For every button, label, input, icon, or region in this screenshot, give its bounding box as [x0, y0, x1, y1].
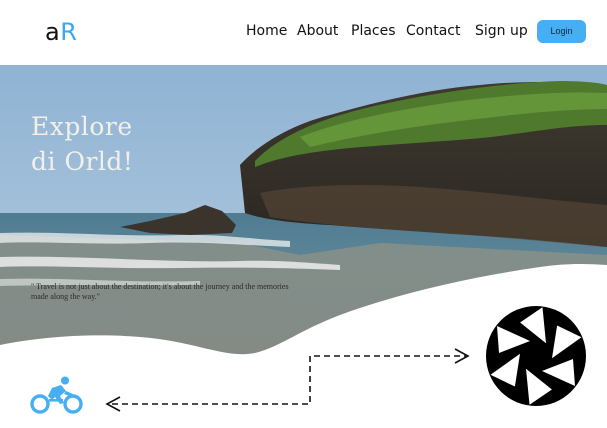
- hero-title: Explore di Orld!: [31, 109, 133, 179]
- hero-title-line2: di Orld!: [31, 147, 134, 176]
- logo-letter-r: R: [60, 18, 78, 46]
- nav-about-link[interactable]: About: [297, 22, 338, 40]
- hero-quote: " Travel is not just about the destinati…: [31, 282, 289, 301]
- logo-letter-a: a: [45, 18, 61, 46]
- top-navbar: aR Home About Places Contact Sign up Log…: [0, 0, 607, 65]
- nav-home-link[interactable]: Home: [246, 22, 287, 40]
- hero-title-line1: Explore: [31, 112, 133, 141]
- nav-places-link[interactable]: Places: [351, 22, 396, 40]
- nav-contact-link[interactable]: Contact: [406, 22, 460, 40]
- cyclist-icon: [30, 376, 83, 414]
- login-button[interactable]: Login: [537, 20, 586, 43]
- brand-logo[interactable]: aR: [45, 17, 77, 47]
- nav-signup-link[interactable]: Sign up: [475, 22, 528, 40]
- camera-shutter-icon: [486, 306, 586, 406]
